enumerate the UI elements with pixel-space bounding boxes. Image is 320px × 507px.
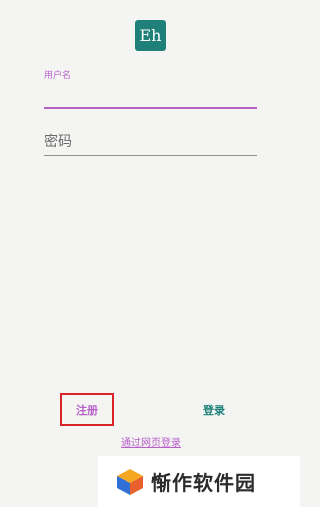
login-button[interactable]: 登录: [190, 396, 238, 424]
username-underline: [44, 107, 257, 109]
app-logo: Eh: [135, 20, 166, 51]
password-input[interactable]: [44, 132, 257, 152]
password-field[interactable]: [44, 130, 257, 158]
register-button[interactable]: 注册: [60, 394, 114, 426]
brand-logo-icon: [117, 468, 143, 495]
username-field[interactable]: 用户名: [44, 68, 257, 110]
password-underline: [44, 155, 257, 156]
username-input[interactable]: [44, 90, 257, 106]
watermark-text: 惭作软件园: [151, 471, 256, 495]
username-label: 用户名: [44, 71, 72, 81]
web-login-link[interactable]: 通过网页登录: [114, 433, 188, 449]
app-logo-text: Eh: [139, 26, 162, 45]
watermark-banner: 惭作软件园: [98, 456, 300, 507]
